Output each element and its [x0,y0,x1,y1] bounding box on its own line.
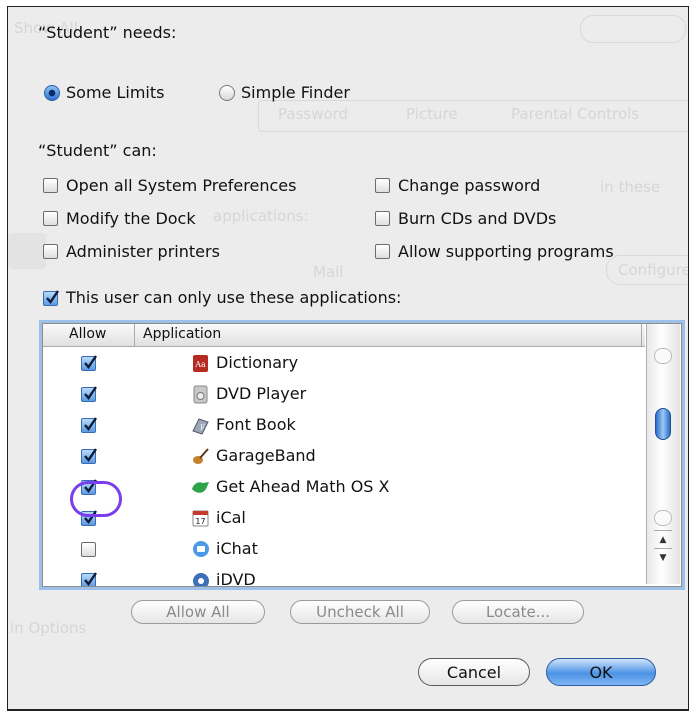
scroll-track-bottom-cap [654,510,672,526]
background-fragment-applications: applications: [213,207,309,225]
background-fragment-in-these: in these [600,178,661,196]
allow-checkbox[interactable] [81,355,97,371]
radio-simple-finder[interactable] [219,85,235,101]
burn-cds-label[interactable]: Burn CDs and DVDs [398,209,556,228]
ichat-icon [191,540,210,559]
parental-controls-sheet: Show All Password Picture Parental Contr… [7,6,689,711]
background-tab-parental: Parental Controls [511,105,640,123]
background-fragment-options: in Options [10,619,87,637]
checkmark-icon [46,290,59,304]
column-divider [641,324,642,346]
scroll-up-arrow-icon[interactable]: ▲ [654,530,672,549]
open-system-preferences-label[interactable]: Open all System Preferences [66,176,296,195]
table-row[interactable]: Aa Dictionary [43,348,645,379]
allow-checkbox[interactable] [81,542,96,557]
annotation-highlight-ring [70,481,122,517]
background-sidebar-selection [8,233,46,269]
table-header: Allow Application [43,324,645,347]
svg-text:F: F [200,424,205,432]
scroll-down-arrow-icon[interactable]: ▼ [654,548,672,567]
background-fragment-mail: Mail [313,263,344,281]
application-name: GarageBand [216,446,316,465]
table-row[interactable]: Get Ahead Math OS X [43,472,645,503]
application-name: Get Ahead Math OS X [216,477,390,496]
only-these-apps-label[interactable]: This user can only use these application… [66,288,401,307]
change-password-label[interactable]: Change password [398,176,540,195]
table-row[interactable]: F Font Book [43,410,645,441]
checkmark-icon [84,448,97,462]
checkmark-icon [84,572,97,586]
application-name: Dictionary [216,353,299,372]
table-row[interactable]: iDVD [43,565,645,587]
dvd-player-icon [191,385,210,404]
open-system-preferences-checkbox[interactable] [43,178,58,193]
scroll-track-top-cap [654,348,672,364]
checkmark-icon [84,386,97,400]
dictionary-icon: Aa [191,354,210,373]
application-name: DVD Player [216,384,307,403]
get-ahead-math-icon [191,478,210,497]
svg-text:Aa: Aa [194,360,206,369]
application-name: iCal [216,508,246,527]
only-these-apps-checkbox[interactable] [43,290,59,306]
allow-checkbox[interactable] [81,386,97,402]
ical-icon: 17 [191,509,210,528]
cancel-button[interactable]: Cancel [418,658,530,686]
table-row[interactable]: iChat [43,534,645,565]
uncheck-all-button[interactable]: Uncheck All [290,600,430,624]
needs-label: “Student” needs: [38,23,177,42]
idvd-icon [191,571,210,586]
modify-dock-label[interactable]: Modify the Dock [66,209,196,228]
scroll-thumb[interactable] [655,408,671,440]
background-tab-password: Password [278,105,349,123]
vertical-scrollbar[interactable]: ▲ ▼ [646,324,680,584]
can-label: “Student” can: [38,141,157,160]
column-header-allow[interactable]: Allow [69,326,106,342]
administer-printers-label[interactable]: Administer printers [66,242,220,261]
svg-text:17: 17 [195,517,205,526]
application-name: Font Book [216,415,296,434]
checkmark-icon [84,417,97,431]
change-password-checkbox[interactable] [375,178,390,193]
allow-checkbox[interactable] [81,417,97,433]
background-fragment-configure: Configure [618,261,689,279]
administer-printers-checkbox[interactable] [43,244,58,259]
checkmark-icon [84,355,97,369]
radio-some-limits-label[interactable]: Some Limits [66,83,164,102]
radio-simple-finder-label[interactable]: Simple Finder [241,83,350,102]
font-book-icon: F [191,416,210,435]
background-tab-picture: Picture [406,105,458,123]
allow-checkbox[interactable] [81,448,97,464]
allow-all-button[interactable]: Allow All [131,600,265,624]
table-row[interactable]: 17 iCal [43,503,645,534]
ok-button[interactable]: OK [546,658,656,686]
column-divider [134,324,135,346]
application-name: iChat [216,539,258,558]
modify-dock-checkbox[interactable] [43,211,58,226]
allow-supporting-programs-label[interactable]: Allow supporting programs [398,242,614,261]
table-row[interactable]: GarageBand [43,441,645,472]
burn-cds-checkbox[interactable] [375,211,390,226]
background-search-field [580,15,686,43]
application-name: iDVD [216,570,256,587]
radio-some-limits[interactable] [44,85,60,101]
garageband-icon [191,447,210,466]
allow-supporting-programs-checkbox[interactable] [375,244,390,259]
allow-checkbox[interactable] [81,572,97,586]
table-row[interactable]: DVD Player [43,379,645,410]
column-header-application[interactable]: Application [143,326,221,342]
applications-table[interactable]: Allow Application Aa Dictionary DVD Player… [42,323,682,587]
locate-button[interactable]: Locate... [452,600,584,624]
